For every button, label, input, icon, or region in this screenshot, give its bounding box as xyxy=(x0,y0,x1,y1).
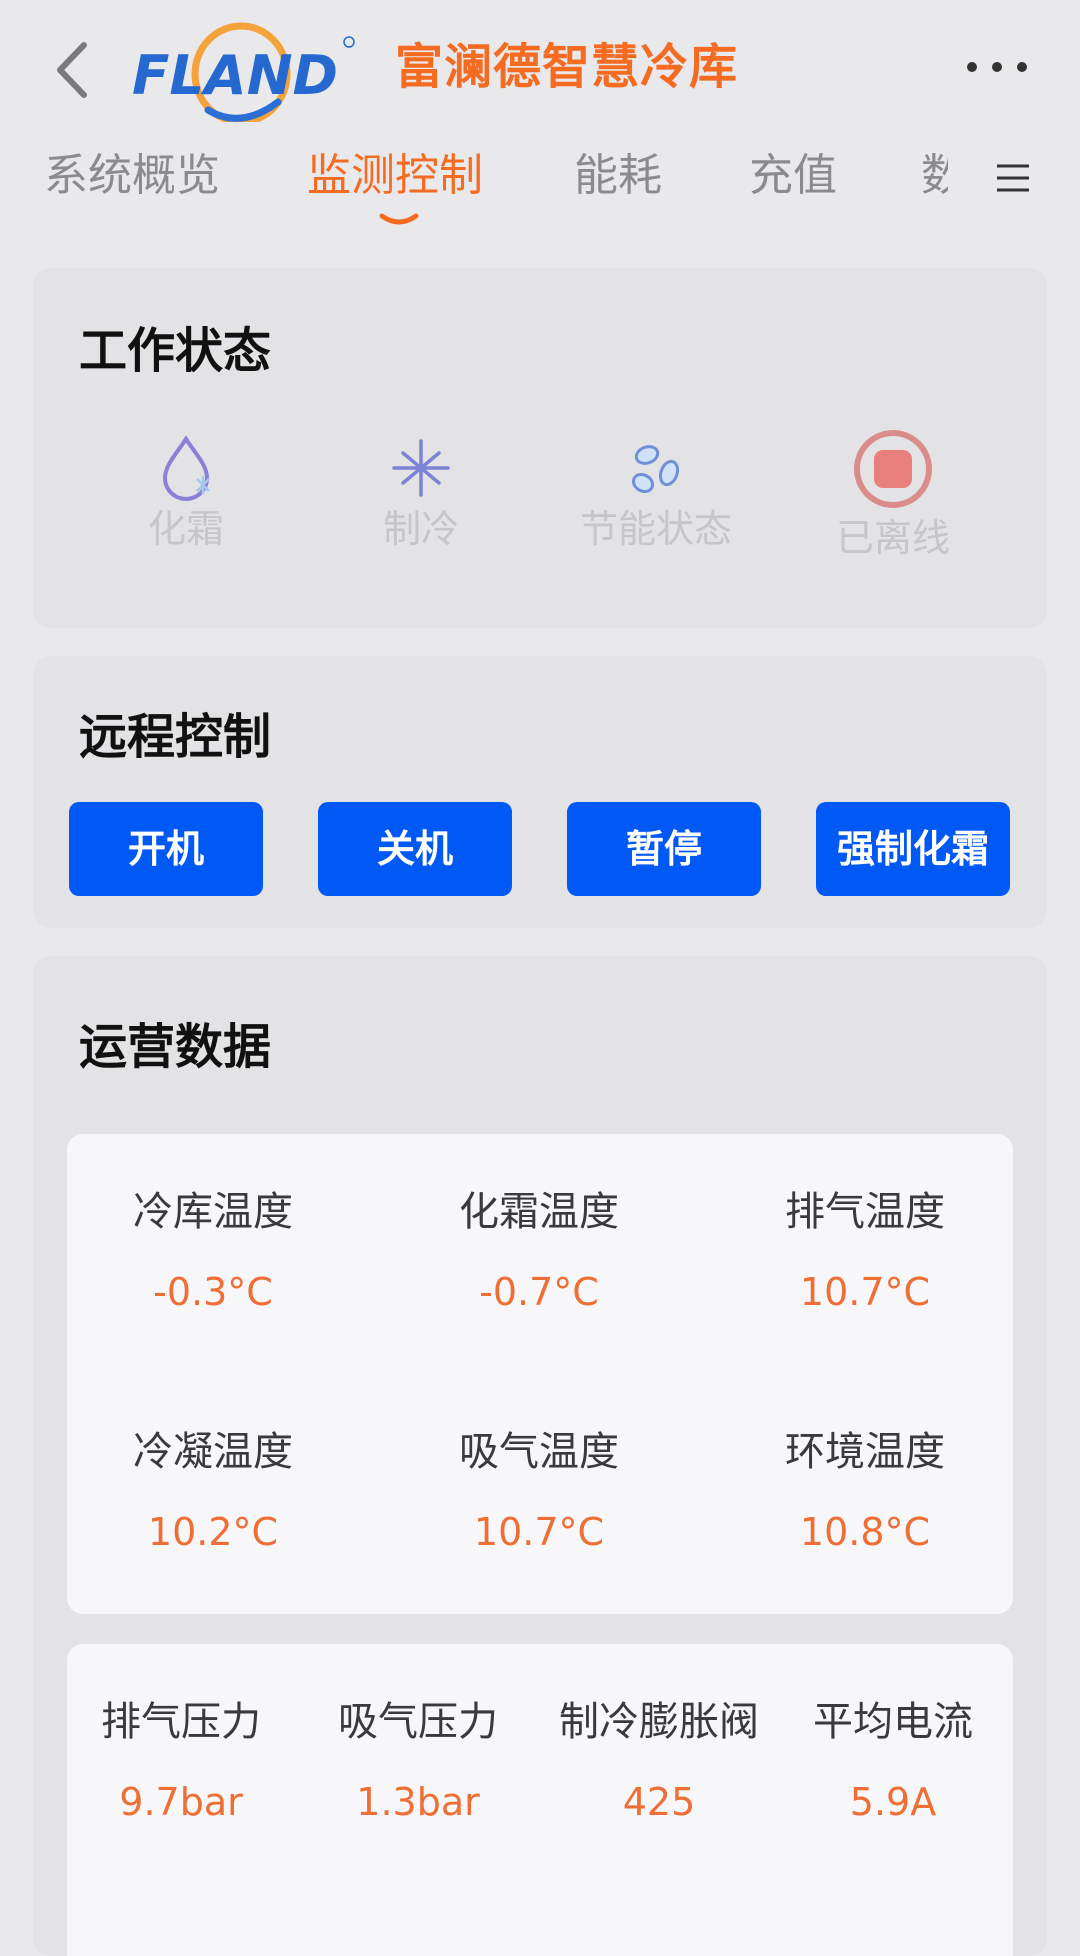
metric-value: 5.9A xyxy=(849,1780,937,1824)
metric-label: 制冷膨胀阀 xyxy=(559,1699,759,1745)
work-status-title: 工作状态 xyxy=(79,323,272,379)
metric-condensing-temp: 冷凝温度 10.2°C xyxy=(103,1424,323,1558)
metric-label: 吸气压力 xyxy=(338,1699,498,1745)
metric-label: 化霜温度 xyxy=(459,1189,619,1235)
metric-defrost-temp: 化霜温度 -0.7°C xyxy=(429,1184,649,1318)
metric-average-current: 平均电流 5.9A xyxy=(783,1694,1003,1828)
metric-label: 环境温度 xyxy=(785,1429,945,1475)
leaves-icon xyxy=(631,445,680,494)
tab-system-overview[interactable]: 系统概览 xyxy=(44,146,220,206)
metric-expansion-valve: 制冷膨胀阀 425 xyxy=(539,1694,779,1828)
metric-label: 冷库温度 xyxy=(133,1189,293,1235)
app-header: FLAND 富澜德智慧冷库 xyxy=(0,0,1080,135)
fland-logo: FLAND xyxy=(132,22,355,122)
snowflake-icon xyxy=(392,439,450,497)
work-status-card: 工作状态 化霜 制冷 节能状态 已离线 xyxy=(33,268,1047,628)
metric-ambient-temp: 环境温度 10.8°C xyxy=(755,1424,975,1558)
metric-value: 10.8°C xyxy=(799,1510,931,1554)
back-icon[interactable] xyxy=(46,35,106,105)
metric-suction-pressure: 吸气压力 1.3bar xyxy=(308,1694,528,1828)
power-off-button[interactable]: 关机 xyxy=(318,802,512,896)
metric-value: -0.3°C xyxy=(153,1270,273,1314)
tab-data[interactable]: 数 xyxy=(921,146,948,206)
status-energy-saving: 节能状态 xyxy=(556,433,756,555)
remote-control-title: 远程控制 xyxy=(79,709,272,765)
status-defrost: 化霜 xyxy=(86,433,286,555)
metric-label: 吸气温度 xyxy=(459,1429,619,1475)
offline-stop-icon xyxy=(854,430,932,508)
pressure-panel: 排气压力 9.7bar 吸气压力 1.3bar 制冷膨胀阀 425 平均电流 5… xyxy=(67,1644,1013,1956)
pause-button[interactable]: 暂停 xyxy=(567,802,761,896)
status-defrost-label: 化霜 xyxy=(147,507,224,551)
metric-discharge-pressure: 排气压力 9.7bar xyxy=(71,1694,291,1828)
metric-label: 冷凝温度 xyxy=(133,1429,293,1475)
metric-exhaust-temp: 排气温度 10.7°C xyxy=(755,1184,975,1318)
tab-data-clipped[interactable]: 数 xyxy=(915,140,948,220)
metric-value: 10.7°C xyxy=(473,1510,605,1554)
force-defrost-button[interactable]: 强制化霜 xyxy=(816,802,1010,896)
status-cooling: 制冷 xyxy=(321,433,521,555)
metric-label: 排气温度 xyxy=(785,1189,945,1235)
tab-bar: 系统概览 监测控制 能耗 充值 数 xyxy=(0,140,1080,230)
metric-label: 排气压力 xyxy=(101,1699,261,1745)
operation-data-card: 运营数据 冷库温度 -0.3°C 化霜温度 -0.7°C 排气温度 10.7°C… xyxy=(33,956,1047,1956)
metric-value: 10.7°C xyxy=(799,1270,931,1314)
metric-cold-storage-temp: 冷库温度 -0.3°C xyxy=(103,1184,323,1318)
metric-label: 平均电流 xyxy=(813,1699,973,1745)
metric-value: -0.7°C xyxy=(479,1270,599,1314)
temperature-panel: 冷库温度 -0.3°C 化霜温度 -0.7°C 排气温度 10.7°C 冷凝温度… xyxy=(67,1134,1013,1614)
metric-suction-temp: 吸气温度 10.7°C xyxy=(429,1424,649,1558)
status-offline-label: 已离线 xyxy=(835,516,950,560)
tab-energy[interactable]: 能耗 xyxy=(574,146,662,206)
app-title: 富澜德智慧冷库 xyxy=(395,39,739,95)
status-offline: 已离线 xyxy=(793,428,993,564)
status-energy-saving-label: 节能状态 xyxy=(579,507,732,551)
remote-control-card: 远程控制 开机 关机 暂停 强制化霜 xyxy=(33,656,1047,928)
menu-icon[interactable] xyxy=(995,160,1031,196)
metric-value: 1.3bar xyxy=(356,1780,480,1824)
metric-value: 425 xyxy=(622,1780,696,1824)
tab-recharge[interactable]: 充值 xyxy=(749,146,837,206)
metric-value: 10.2°C xyxy=(147,1510,279,1554)
more-icon[interactable] xyxy=(962,50,1032,84)
operation-data-title: 运营数据 xyxy=(79,1019,272,1075)
metric-value: 9.7bar xyxy=(119,1780,243,1824)
svg-text:FLAND: FLAND xyxy=(132,44,338,107)
active-tab-indicator xyxy=(379,213,419,225)
defrost-drop-icon xyxy=(162,435,210,501)
status-cooling-label: 制冷 xyxy=(382,507,459,551)
tab-monitor-control[interactable]: 监测控制 xyxy=(307,146,483,206)
power-on-button[interactable]: 开机 xyxy=(69,802,263,896)
